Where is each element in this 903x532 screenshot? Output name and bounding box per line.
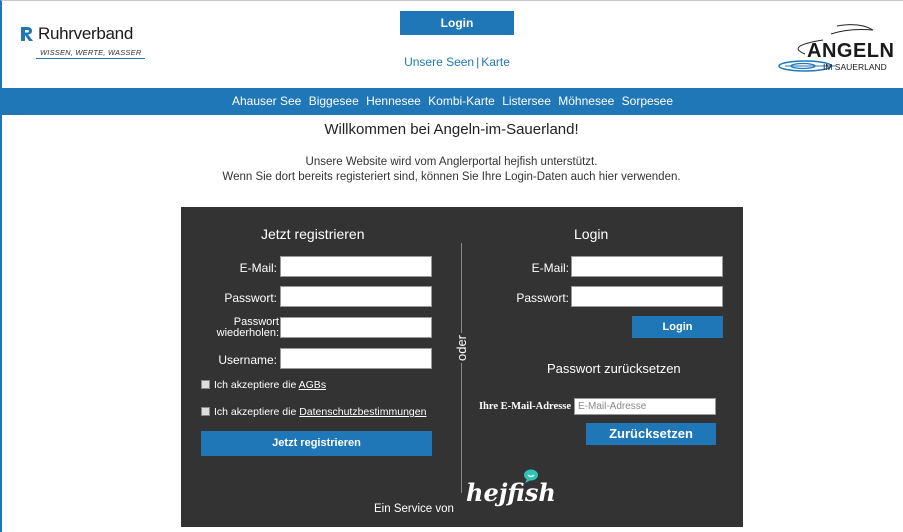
- login-email-input[interactable]: [571, 256, 723, 277]
- link-separator: |: [476, 55, 480, 69]
- privacy-checkbox[interactable]: [201, 407, 210, 416]
- angeln-logo-subtitle: IM SAUERLAND: [823, 62, 887, 72]
- intro-line-2: Wenn Sie dort bereits registeriert sind,…: [222, 171, 681, 183]
- register-title: Jetzt registrieren: [261, 226, 365, 242]
- nav-item-hennesee[interactable]: Hennesee: [366, 94, 421, 108]
- register-email-input[interactable]: [280, 256, 432, 277]
- login-title: Login: [574, 226, 609, 242]
- welcome-heading: Willkommen bei Angeln-im-Sauerland!: [324, 121, 579, 138]
- ruhrverband-name: Ruhrverband: [38, 24, 133, 43]
- ruhrverband-r-icon: [21, 27, 33, 41]
- lake-nav: Ahauser See Biggesee Hennesee Kombi-Kart…: [2, 88, 903, 115]
- register-repeat-label-line-2: wiederholen:: [216, 327, 279, 339]
- reset-submit-button[interactable]: Zurücksetzen: [586, 423, 716, 445]
- agb-label: Ich akzeptiere die AGBs: [214, 379, 326, 391]
- register-password-label: Passwort:: [224, 291, 277, 305]
- angeln-logo[interactable]: ANGELN IM SAUERLAND: [765, 20, 903, 80]
- register-email-label: E-Mail:: [239, 261, 277, 275]
- intro-text: Unsere Website wird vom Anglerportal hej…: [0, 155, 903, 185]
- register-repeat-input[interactable]: [280, 317, 432, 338]
- agb-checkbox[interactable]: [201, 380, 210, 389]
- hejfish-logo[interactable]: hejfish: [466, 478, 556, 507]
- hejfish-bubble-icon: [524, 469, 538, 483]
- login-submit-button[interactable]: Login: [632, 316, 723, 338]
- column-divider: [461, 243, 462, 493]
- nav-item-biggesee[interactable]: Biggesee: [309, 94, 359, 108]
- register-password-input[interactable]: [280, 286, 432, 307]
- login-password-label: Passwort:: [516, 291, 569, 305]
- angeln-logo-title: ANGELN: [807, 40, 895, 62]
- agb-link[interactable]: AGBs: [299, 379, 326, 391]
- ruhrverband-tagline: WISSEN, WERTE, WASSER: [36, 48, 146, 59]
- register-username-input[interactable]: [280, 348, 432, 369]
- nav-item-kombi-karte[interactable]: Kombi-Karte: [428, 94, 495, 108]
- login-password-input[interactable]: [571, 286, 723, 307]
- nav-item-moehnesee[interactable]: Möhnesee: [558, 94, 614, 108]
- privacy-link[interactable]: Datenschutzbestimmungen: [299, 406, 426, 418]
- divider-label: oder: [448, 333, 476, 363]
- privacy-label: Ich akzeptiere die Datenschutzbestimmung…: [214, 406, 426, 418]
- link-unsere-seen[interactable]: Unsere Seen: [404, 55, 474, 69]
- ruhrverband-logo[interactable]: Ruhrverband WISSEN, WERTE, WASSER: [20, 24, 150, 66]
- reset-email-label: Ihre E-Mail-Adresse: [478, 401, 571, 412]
- header-links: Unsere Seen | Karte: [393, 55, 521, 69]
- register-username-label: Username:: [218, 353, 277, 367]
- nav-item-listersee[interactable]: Listersee: [502, 94, 551, 108]
- intro-line-1: Unsere Website wird vom Anglerportal hej…: [305, 156, 598, 168]
- register-submit-button[interactable]: Jetzt registrieren: [201, 431, 432, 456]
- reset-title: Passwort zurücksetzen: [547, 361, 681, 376]
- header-login-button[interactable]: Login: [400, 11, 514, 35]
- nav-item-ahauser-see[interactable]: Ahauser See: [232, 94, 301, 108]
- agb-text: Ich akzeptiere die: [214, 379, 299, 391]
- nav-item-sorpesee[interactable]: Sorpesee: [622, 94, 673, 108]
- auth-panel: Jetzt registrieren E-Mail: Passwort: Pas…: [181, 207, 743, 527]
- login-email-label: E-Mail:: [531, 261, 569, 275]
- service-label: Ein Service von: [374, 503, 454, 515]
- privacy-text: Ich akzeptiere die: [214, 406, 300, 418]
- link-karte[interactable]: Karte: [481, 55, 510, 69]
- register-repeat-label: Passwort wiederholen:: [179, 317, 279, 339]
- reset-email-input[interactable]: E-Mail-Adresse: [574, 398, 716, 415]
